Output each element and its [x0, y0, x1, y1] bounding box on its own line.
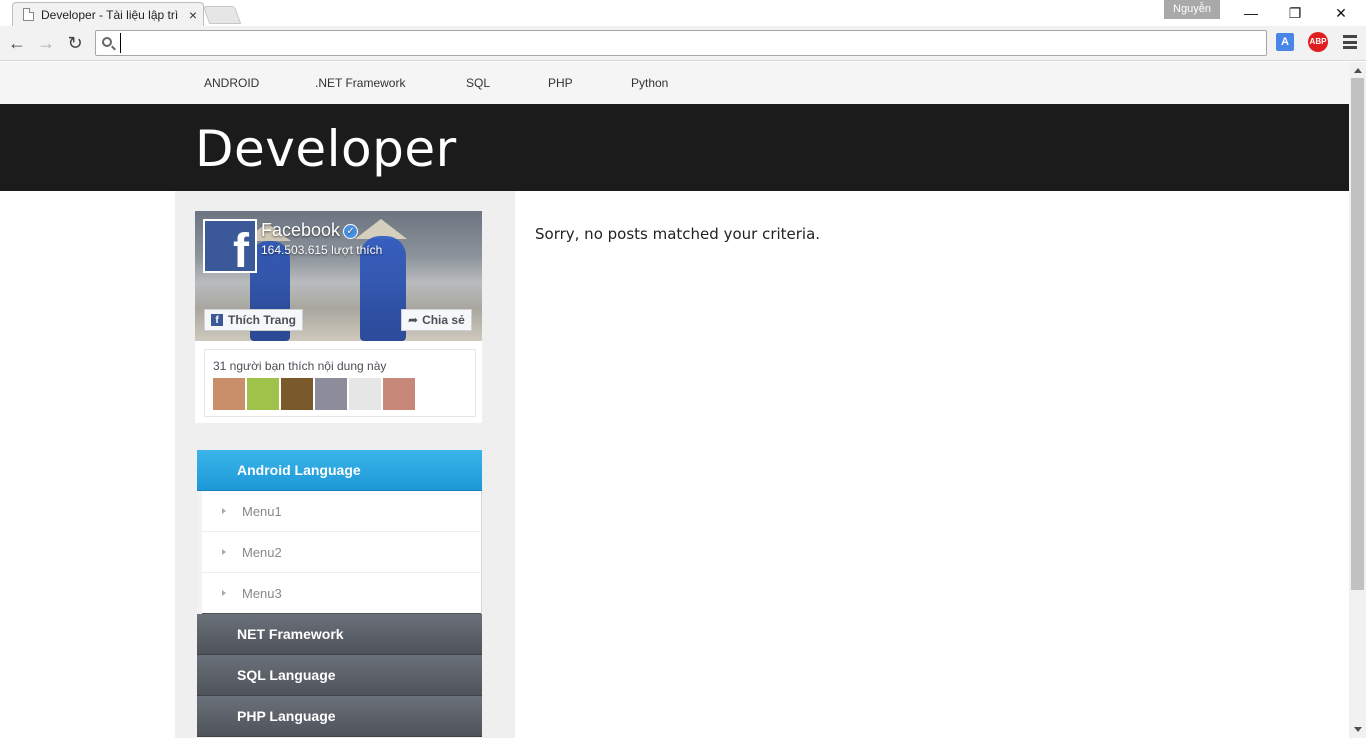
verified-badge-icon: ✓: [343, 224, 359, 239]
nav-item-python[interactable]: Python: [631, 76, 668, 90]
scroll-down-icon[interactable]: [1354, 727, 1362, 732]
menu-section-php[interactable]: PHP Language: [197, 696, 482, 737]
menu-section-net-framework[interactable]: NET Framework: [197, 614, 482, 655]
bullet-arrow-icon: [222, 549, 226, 555]
facebook-f-icon: f: [211, 314, 223, 326]
menu-item-menu2[interactable]: Menu2: [202, 532, 481, 573]
page-scrollbar[interactable]: [1349, 62, 1366, 738]
nav-item-dotnet[interactable]: .NET Framework: [315, 76, 405, 90]
menu-item-menu1[interactable]: Menu1: [202, 491, 481, 532]
scroll-up-icon[interactable]: [1354, 68, 1362, 73]
reload-icon[interactable]: ↻: [63, 31, 87, 55]
bullet-arrow-icon: [222, 590, 226, 596]
menu-section-android-items: Menu1 Menu2 Menu3: [197, 491, 482, 614]
nav-item-php[interactable]: PHP: [548, 76, 573, 90]
avatar[interactable]: [213, 378, 245, 410]
menu-section-android[interactable]: Android Language: [197, 450, 482, 491]
new-tab-button[interactable]: [202, 6, 242, 24]
close-icon[interactable]: ✕: [1318, 0, 1364, 26]
back-icon[interactable]: ←: [5, 31, 29, 55]
tab-close-icon[interactable]: ×: [189, 7, 197, 23]
browser-toolbar: ← → ↻: [0, 26, 1366, 61]
translate-extension-icon[interactable]: A: [1276, 33, 1294, 51]
profile-button[interactable]: Nguyễn: [1164, 0, 1220, 19]
restore-icon[interactable]: ❐: [1272, 0, 1318, 26]
like-page-button[interactable]: f Thích Trang: [204, 309, 304, 331]
sidebar-accordion-menu: Android Language Menu1 Menu2 Menu3 NET F…: [197, 450, 482, 737]
browser-menu-icon[interactable]: [1343, 35, 1357, 49]
avatar[interactable]: [315, 378, 347, 410]
bullet-arrow-icon: [222, 508, 226, 514]
share-button[interactable]: ➦ Chia sẻ: [401, 309, 472, 331]
facebook-page-name[interactable]: Facebook ✓: [261, 220, 359, 241]
no-posts-message: Sorry, no posts matched your criteria.: [535, 225, 821, 243]
share-arrow-icon: ➦: [408, 313, 419, 327]
tab-title: Developer - Tài liệu lập trì: [41, 7, 179, 22]
menu-item-menu3[interactable]: Menu3: [202, 573, 481, 614]
nav-item-sql[interactable]: SQL: [466, 76, 490, 90]
scrollbar-thumb[interactable]: [1351, 78, 1364, 590]
minimize-icon[interactable]: —: [1228, 0, 1274, 26]
address-bar[interactable]: [95, 30, 1267, 56]
browser-titlebar: Developer - Tài liệu lập trì × Nguyễn — …: [0, 0, 1366, 26]
browser-tab[interactable]: Developer - Tài liệu lập trì ×: [12, 2, 204, 26]
site-header: Developer: [0, 104, 1349, 191]
address-input[interactable]: [120, 33, 1260, 53]
avatar[interactable]: [281, 378, 313, 410]
facebook-logo-icon[interactable]: f: [203, 219, 257, 273]
top-navigation: ANDROID .NET Framework SQL PHP Python: [0, 62, 1349, 104]
search-icon: [102, 37, 112, 47]
facebook-like-count: 164.503.615 lượt thích: [261, 243, 383, 257]
friend-avatars: [213, 378, 415, 410]
adblock-extension-icon[interactable]: ABP: [1308, 32, 1328, 52]
avatar[interactable]: [247, 378, 279, 410]
facebook-page-widget: f Facebook ✓ 164.503.615 lượt thích f Thí…: [195, 211, 482, 423]
page-viewport: ANDROID .NET Framework SQL PHP Python De…: [0, 62, 1366, 738]
avatar[interactable]: [349, 378, 381, 410]
menu-section-sql[interactable]: SQL Language: [197, 655, 482, 696]
facebook-friends-box: 31 người bạn thích nội dung này: [204, 349, 476, 417]
avatar[interactable]: [383, 378, 415, 410]
friends-like-text: 31 người bạn thích nội dung này: [213, 359, 387, 373]
page-icon: [23, 8, 34, 21]
facebook-cover-image[interactable]: f Facebook ✓ 164.503.615 lượt thích f Thí…: [195, 211, 482, 341]
forward-icon[interactable]: →: [34, 31, 58, 55]
nav-item-android[interactable]: ANDROID: [204, 76, 259, 90]
site-title[interactable]: Developer: [195, 120, 457, 178]
